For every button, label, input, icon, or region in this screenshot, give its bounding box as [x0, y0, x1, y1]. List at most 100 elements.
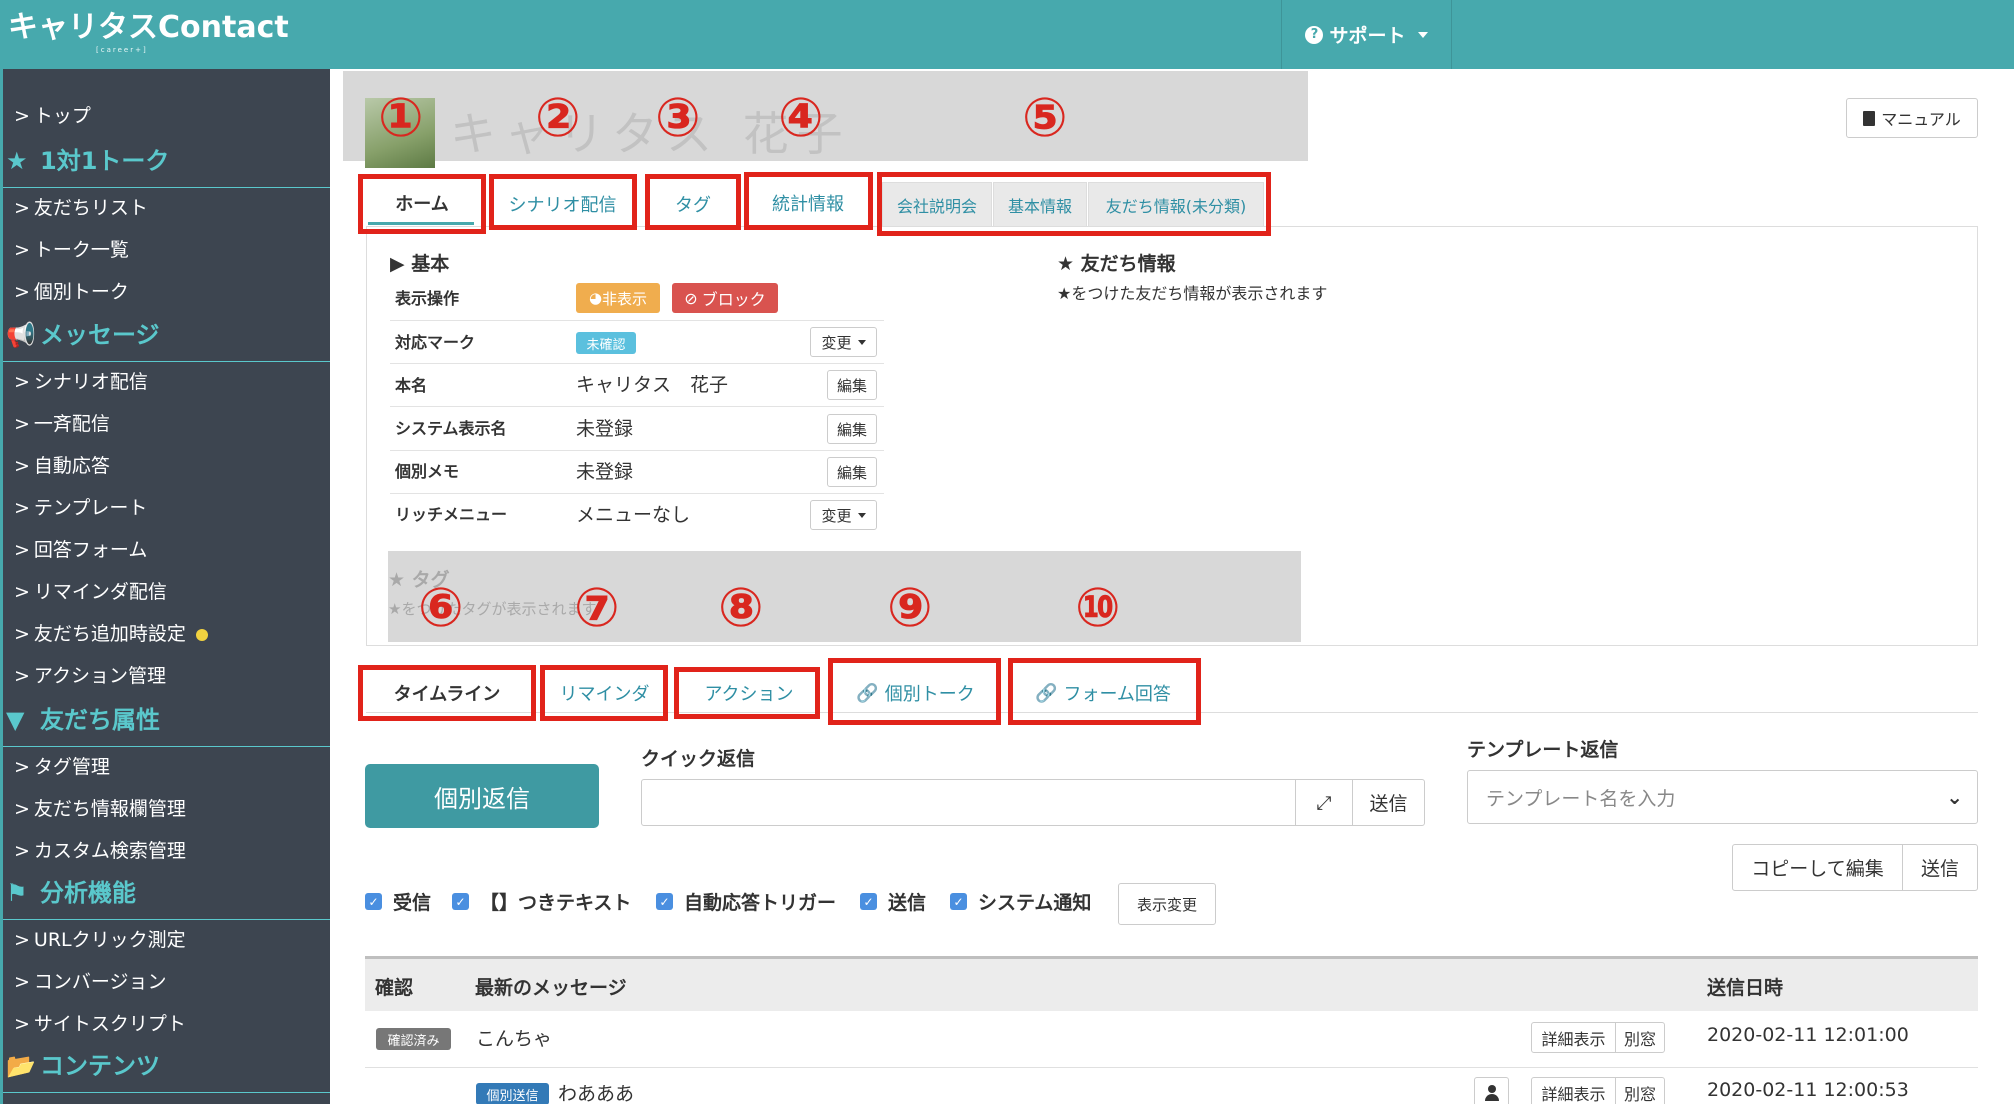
- block-button[interactable]: ⊘ ブロック: [672, 283, 778, 313]
- change-rich-menu-button[interactable]: 変更: [810, 500, 877, 530]
- filter-bracket-text-label: 【】つきテキスト: [480, 892, 632, 914]
- filter-auto-trigger-label: 自動応答トリガー: [684, 892, 837, 914]
- sidebar-item-individual-talk[interactable]: > 個別トーク: [14, 277, 129, 307]
- filter-system-checkbox[interactable]: ✓: [950, 893, 967, 910]
- tag-section-overlay: [388, 551, 1301, 642]
- sidebar-item-conversion[interactable]: > コンバージョン: [14, 967, 167, 997]
- individual-reply-button[interactable]: 個別返信: [365, 764, 599, 828]
- annotation-box-4: [744, 172, 873, 230]
- filter-icon: ▼: [6, 706, 25, 734]
- hide-button[interactable]: ◕ 非表示: [576, 283, 660, 313]
- expand-icon: ⤢: [1316, 791, 1332, 814]
- user-button[interactable]: [1474, 1077, 1509, 1104]
- sidebar-item-answer-form[interactable]: > 回答フォーム: [14, 535, 147, 565]
- message-text: わあああ: [558, 1083, 635, 1104]
- sidebar-item-reminder[interactable]: > リマインダ配信: [14, 577, 167, 607]
- app-logo[interactable]: キャリタスContact [career+]: [8, 10, 289, 54]
- annotation-number-6: ⑥: [418, 576, 464, 639]
- sidebar-item-custom-search[interactable]: > カスタム検索管理: [14, 836, 186, 866]
- edit-system-name-button[interactable]: 編集: [827, 414, 877, 444]
- support-menu[interactable]: ? サポート: [1281, 0, 1452, 69]
- annotation-box-7: [540, 665, 668, 721]
- status-badge: 未確認: [576, 332, 636, 354]
- star-icon: ★: [6, 147, 28, 175]
- quick-reply-label: クイック返信: [641, 748, 756, 770]
- display-change-button[interactable]: 表示変更: [1118, 883, 1216, 925]
- annotation-number-9: ⑨: [887, 576, 933, 639]
- chevron-down-icon: ⌄: [1946, 785, 1963, 809]
- status-badge: 個別送信: [476, 1083, 549, 1104]
- annotation-box-9: [828, 658, 1001, 725]
- row-label-memo: 個別メモ: [395, 462, 460, 481]
- book-icon: [1863, 110, 1876, 126]
- sidebar-item-scenario[interactable]: > シナリオ配信: [14, 367, 148, 397]
- annotation-number-4: ④: [778, 86, 824, 149]
- real-name-value: キャリタス 花子: [576, 374, 729, 396]
- manual-button[interactable]: マニュアル: [1846, 98, 1978, 138]
- annotation-box-6: [358, 665, 536, 721]
- sidebar-item-site-script[interactable]: > サイトスクリプト: [14, 1009, 186, 1039]
- user-icon: [1484, 1084, 1499, 1101]
- system-name-value: 未登録: [576, 418, 634, 440]
- annotation-box-2: [489, 174, 637, 230]
- expand-button[interactable]: ⤢: [1295, 779, 1353, 826]
- sidebar-item-url-click[interactable]: > URLクリック測定: [14, 925, 186, 955]
- sidebar-item-talk-list[interactable]: > トーク一覧: [14, 235, 129, 265]
- filter-received-checkbox[interactable]: ✓: [365, 893, 382, 910]
- filter-sent-checkbox[interactable]: ✓: [860, 893, 877, 910]
- sidebar-heading-contents: 📂 コンテンツ: [6, 1048, 160, 1084]
- row-label-display-operation: 表示操作: [395, 289, 460, 308]
- sidebar-heading-message: 📢 メッセージ: [6, 317, 160, 353]
- edit-memo-button[interactable]: 編集: [827, 457, 877, 487]
- new-window-button[interactable]: 別窓: [1615, 1077, 1665, 1104]
- sidebar-item-friend-info-mgmt[interactable]: > 友だち情報欄管理: [14, 794, 186, 824]
- memo-value: 未登録: [576, 461, 634, 483]
- row-label-system-name: システム表示名: [395, 419, 507, 438]
- new-window-button[interactable]: 別窓: [1615, 1022, 1665, 1053]
- row-label-response-mark: 対応マーク: [395, 333, 476, 352]
- filter-auto-trigger-checkbox[interactable]: ✓: [656, 893, 673, 910]
- filter-bracket-text-checkbox[interactable]: ✓: [452, 893, 469, 910]
- edit-real-name-button[interactable]: 編集: [827, 370, 877, 400]
- message-table-header: 確認 最新のメッセージ 送信日時: [365, 956, 1978, 1011]
- detail-button[interactable]: 詳細表示: [1531, 1077, 1616, 1104]
- rich-menu-value: メニューなし: [576, 504, 691, 526]
- filter-system-label: システム通知: [978, 892, 1092, 914]
- row-label-real-name: 本名: [395, 376, 428, 395]
- sidebar-item-top[interactable]: > トップ: [14, 101, 91, 131]
- template-send-button[interactable]: 送信: [1902, 844, 1978, 891]
- column-confirm: 確認: [375, 977, 414, 999]
- annotation-number-10: ⑩: [1075, 576, 1121, 639]
- sidebar-item-friends-list[interactable]: > 友だちリスト: [14, 193, 148, 223]
- template-select[interactable]: テンプレート名を入力 ⌄: [1467, 770, 1978, 824]
- column-sent-datetime: 送信日時: [1707, 977, 1784, 999]
- annotation-number-5: ⑤: [1022, 86, 1068, 149]
- support-label: サポート: [1329, 25, 1406, 47]
- annotation-number-7: ⑦: [574, 576, 620, 639]
- caret-down-icon: [857, 512, 866, 518]
- change-mark-button[interactable]: 変更: [810, 327, 877, 357]
- annotation-box-1: [358, 174, 486, 234]
- sidebar-item-template[interactable]: > テンプレート: [14, 493, 147, 523]
- template-reply-label: テンプレート返信: [1467, 739, 1619, 761]
- sidebar-item-tag-mgmt[interactable]: > タグ管理: [14, 752, 110, 782]
- filter-received-label: 受信: [393, 892, 432, 914]
- message-text: こんちゃ: [476, 1028, 553, 1050]
- sidebar-heading-friend-attr: ▼ 友だち属性: [6, 702, 160, 738]
- notification-dot: [195, 628, 208, 641]
- detail-button[interactable]: 詳細表示: [1531, 1022, 1616, 1053]
- quick-send-button[interactable]: 送信: [1352, 779, 1425, 826]
- sidebar-item-action-mgmt[interactable]: > アクション管理: [14, 661, 166, 691]
- sidebar-item-broadcast[interactable]: > 一斉配信: [14, 409, 110, 439]
- copy-edit-button[interactable]: コピーして編集: [1732, 844, 1903, 891]
- basic-section-title: ▶ 基本: [390, 253, 450, 275]
- sidebar-item-friend-add[interactable]: > 友だち追加時設定: [14, 619, 208, 649]
- column-latest-message: 最新のメッセージ: [475, 977, 627, 999]
- sent-datetime: 2020-02-11 12:01:00: [1707, 1024, 1909, 1046]
- sidebar-item-auto-reply[interactable]: > 自動応答: [14, 451, 110, 481]
- quick-reply-input[interactable]: [641, 779, 1296, 826]
- annotation-number-8: ⑧: [718, 576, 764, 639]
- folder-icon: 📂: [6, 1052, 36, 1080]
- sent-datetime: 2020-02-11 12:00:53: [1707, 1079, 1909, 1101]
- top-header: キャリタスContact [career+] ? サポート: [0, 0, 2014, 69]
